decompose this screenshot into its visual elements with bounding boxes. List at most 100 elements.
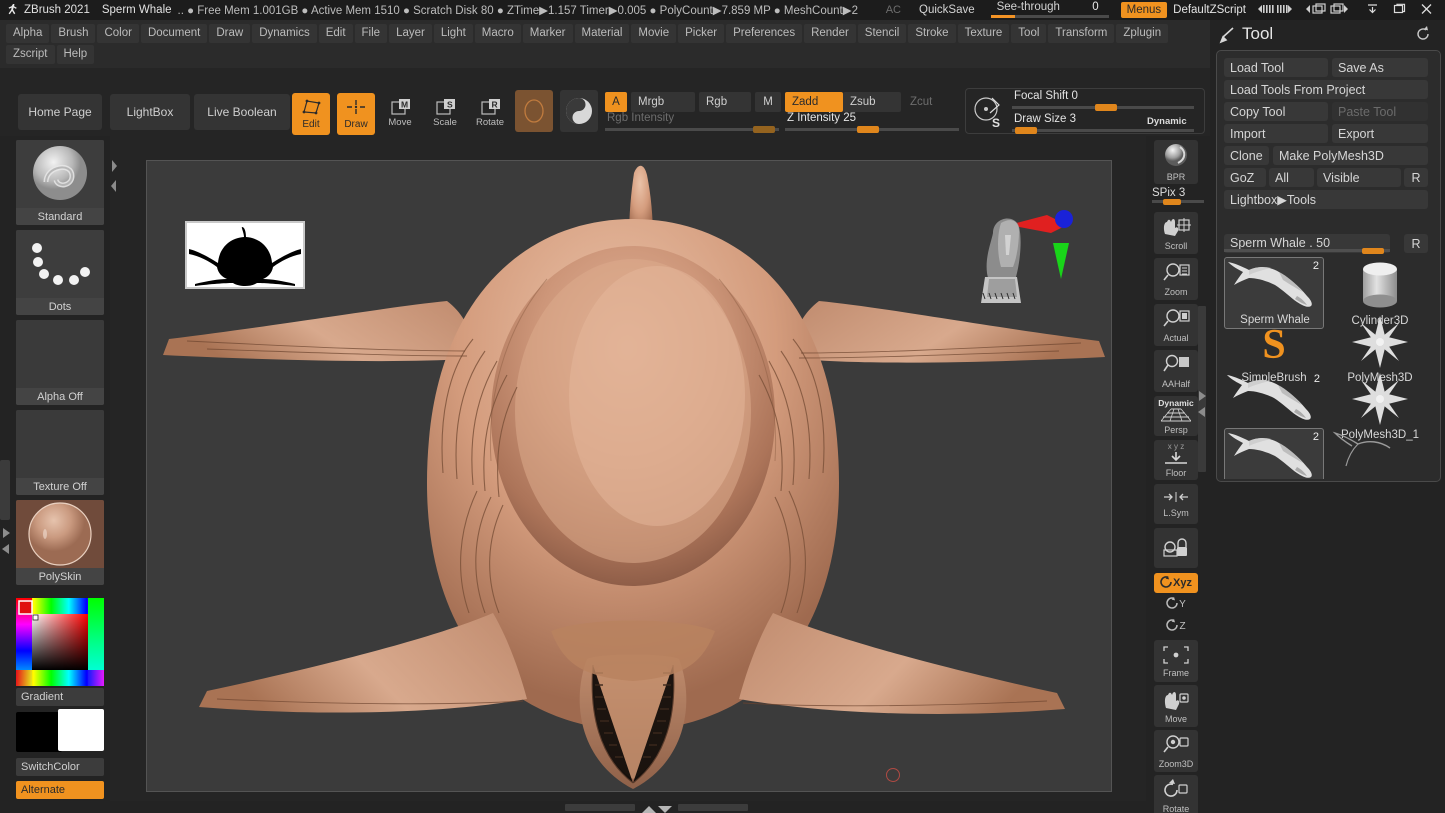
move-3d-button[interactable]: Move — [1154, 685, 1198, 727]
see-through-slider[interactable]: See-through 0 — [990, 0, 1111, 20]
draw-button[interactable]: Draw — [337, 93, 375, 135]
copy-tool-button[interactable]: Copy Tool — [1224, 102, 1328, 121]
live-boolean-button[interactable]: Live Boolean — [194, 94, 290, 130]
menu-item-draw[interactable]: Draw — [209, 24, 251, 43]
channel-zadd-button[interactable]: Zadd — [785, 92, 843, 112]
menu-item-zscript[interactable]: Zscript — [6, 45, 55, 64]
menu-item-help[interactable]: Help — [56, 45, 95, 64]
dynamic-label[interactable]: Dynamic — [1147, 116, 1187, 127]
make-polymesh3d-button[interactable]: Make PolyMesh3D — [1273, 146, 1428, 165]
menu-item-picker[interactable]: Picker — [678, 24, 725, 43]
hscroll-right-segment[interactable] — [678, 804, 748, 811]
goz-button[interactable]: GoZ — [1224, 168, 1266, 187]
load-tool-button[interactable]: Load Tool — [1224, 58, 1328, 77]
clone-button[interactable]: Clone — [1224, 146, 1269, 165]
switchcolor-button[interactable]: SwitchColor — [16, 758, 104, 776]
menu-item-alpha[interactable]: Alpha — [6, 24, 50, 43]
channel-m-button[interactable]: M — [755, 92, 781, 112]
menu-item-color[interactable]: Color — [97, 24, 139, 43]
menu-item-marker[interactable]: Marker — [522, 24, 573, 43]
move-button[interactable]: M Move — [382, 93, 418, 133]
menu-item-dynamics[interactable]: Dynamics — [252, 24, 317, 43]
zoom-button[interactable]: Zoom — [1154, 258, 1198, 300]
right-shelf-tray-toggle-icon[interactable] — [1196, 388, 1208, 427]
canvas-left-arrows-icon[interactable] — [110, 150, 118, 202]
menu-item-preferences[interactable]: Preferences — [726, 24, 803, 43]
aahalf-button[interactable]: AAHalf — [1154, 350, 1198, 392]
menus-toggle-button[interactable]: Menus — [1120, 2, 1168, 18]
menu-item-render[interactable]: Render — [804, 24, 856, 43]
sculpt-canvas[interactable] — [146, 160, 1112, 792]
left-tray-scrollbar[interactable] — [0, 460, 10, 520]
focal-shift-slider[interactable]: Focal Shift 0 — [1012, 90, 1194, 111]
gradient-button[interactable]: Gradient — [16, 688, 104, 706]
window-layout-icons[interactable] — [1304, 2, 1356, 19]
menu-item-layer[interactable]: Layer — [389, 24, 432, 43]
actual-button[interactable]: Actual — [1154, 304, 1198, 346]
floor-button[interactable]: x y z Floor — [1154, 440, 1198, 480]
visible-r-button[interactable]: R — [1404, 168, 1428, 187]
current-tool-r-button[interactable]: R — [1404, 234, 1428, 253]
frame-button[interactable]: Frame — [1154, 640, 1198, 682]
bpr-button[interactable]: BPR — [1154, 140, 1198, 184]
menu-item-document[interactable]: Document — [140, 24, 208, 43]
stroke-selector[interactable]: Dots — [16, 230, 104, 315]
texture-selector[interactable]: Texture Off — [16, 410, 104, 495]
orientation-gizmo-head-icon[interactable] — [971, 197, 1081, 317]
tool-grid-item[interactable]: 2Sperm Whale — [1224, 428, 1324, 479]
material-swatch-button[interactable] — [515, 90, 553, 132]
alpha-selector[interactable]: Alpha Off — [16, 320, 104, 405]
home-page-button[interactable]: Home Page — [18, 94, 102, 130]
menu-item-stroke[interactable]: Stroke — [908, 24, 956, 43]
alternate-button[interactable]: Alternate — [16, 781, 104, 799]
menu-item-light[interactable]: Light — [433, 24, 473, 43]
primary-color-swatch[interactable] — [16, 712, 62, 752]
menu-item-material[interactable]: Material — [574, 24, 630, 43]
reload-icon[interactable] — [1415, 26, 1431, 42]
color-swatches[interactable] — [16, 709, 104, 754]
close-button[interactable] — [1420, 3, 1433, 18]
brush-selector[interactable]: Standard — [16, 140, 104, 225]
hscroll-left-segment[interactable] — [565, 804, 635, 811]
focal-shift-knob[interactable] — [1095, 104, 1117, 111]
maximize-button[interactable] — [1393, 3, 1406, 18]
channel-rgb-button[interactable]: Rgb — [699, 92, 751, 112]
zscript-label[interactable]: DefaultZScript — [1173, 4, 1246, 16]
color-picker[interactable] — [16, 598, 104, 686]
export-button[interactable]: Export — [1332, 124, 1428, 143]
channel-zsub-button[interactable]: Zsub — [843, 92, 901, 112]
canvas-horizontal-scrollbar[interactable] — [110, 801, 1146, 813]
lightbox-tools-button[interactable]: Lightbox▶Tools — [1224, 190, 1428, 209]
scale-button[interactable]: S Scale — [427, 93, 463, 133]
menu-item-brush[interactable]: Brush — [51, 24, 96, 43]
channel-a-button[interactable]: A — [605, 92, 627, 112]
current-tool-slider[interactable]: Sperm Whale . 50 — [1224, 234, 1390, 254]
canvas-scroll-arrows-icon[interactable] — [640, 802, 674, 813]
import-button[interactable]: Import — [1224, 124, 1328, 143]
rgb-intensity-knob[interactable] — [753, 126, 775, 133]
visible-button[interactable]: Visible — [1317, 168, 1401, 187]
channel-mrgb-button[interactable]: Mrgb — [631, 92, 695, 112]
menu-item-file[interactable]: File — [354, 24, 388, 43]
shelf-nav-left-icon[interactable] — [1256, 4, 1294, 17]
menu-item-tool[interactable]: Tool — [1011, 24, 1047, 43]
menu-item-transform[interactable]: Transform — [1048, 24, 1115, 43]
zoom3d-button[interactable]: Zoom3D — [1154, 730, 1198, 772]
draw-size-knob[interactable] — [1015, 127, 1037, 134]
persp-button[interactable]: Dynamic Persp — [1154, 396, 1198, 436]
material-selector[interactable]: PolySkin — [16, 500, 104, 585]
left-tray-toggle-icon[interactable] — [0, 524, 12, 565]
edit-button[interactable]: Edit — [292, 93, 330, 135]
all-button[interactable]: All — [1269, 168, 1314, 187]
lsym-button[interactable]: L.Sym — [1154, 484, 1198, 524]
rotate-button[interactable]: R Rotate — [472, 93, 508, 133]
rotate-3d-button[interactable]: Rotate — [1154, 775, 1198, 813]
scroll-button[interactable]: Scroll — [1154, 212, 1198, 254]
save-as-button[interactable]: Save As — [1332, 58, 1428, 77]
quicksave-button[interactable]: QuickSave — [919, 4, 975, 16]
menu-item-movie[interactable]: Movie — [631, 24, 677, 43]
spix-knob[interactable] — [1163, 199, 1181, 205]
tool-grid-item[interactable]: Sperm Whale -00 — [1330, 428, 1430, 479]
rotate-y-button[interactable]: Y — [1154, 595, 1198, 613]
minimize-button[interactable] — [1366, 3, 1379, 18]
